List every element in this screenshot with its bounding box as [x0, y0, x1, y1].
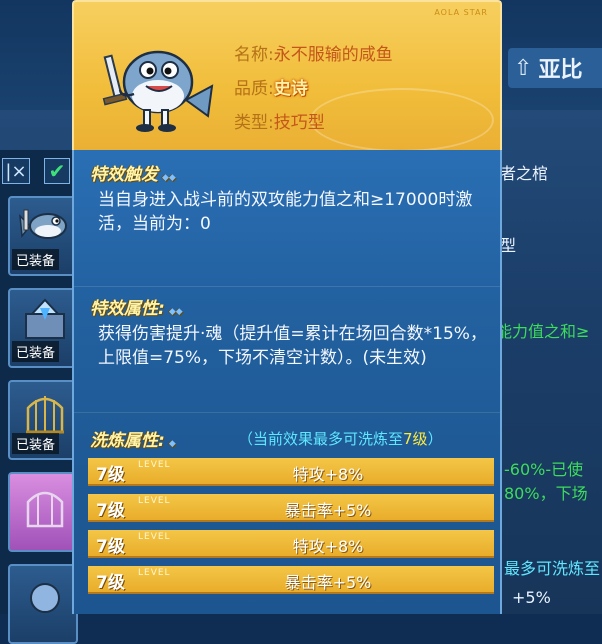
trigger-section-title: 特效触发 ◆◆: [90, 160, 176, 185]
item-name-row: 名称:永不服输的咸鱼: [234, 40, 393, 65]
wash-attribute: 特攻+8%: [292, 465, 364, 484]
bg-wash-value-fragment: +5%: [512, 588, 551, 607]
wash-attribute: 特攻+8%: [292, 537, 364, 556]
title-dots-icon: ◆: [168, 439, 176, 449]
item-name-label: 名称:: [234, 45, 274, 65]
equipped-badge: 已装备: [12, 433, 60, 454]
inventory-slot-purple-cage[interactable]: [8, 472, 78, 552]
wash-note-prefix: （当前效果最多可洗炼至: [238, 430, 404, 448]
crystal-box-icon: [25, 298, 65, 339]
effect-description: 获得伤害提升·魂（提升值=累计在场回合数*15%，上限值=75%，下场不清空计数…: [98, 324, 487, 368]
header-decoration: [310, 88, 494, 152]
bg-effect-fragment-2: 80%，下场: [504, 484, 588, 503]
filter-check-button[interactable]: ✔: [44, 158, 70, 184]
equipped-badge: 已装备: [12, 249, 60, 270]
brand-watermark: AOLA STAR: [434, 8, 488, 17]
wash-row: 7级 LEVEL 暴击率+5%: [88, 566, 494, 594]
section-divider: [74, 286, 500, 287]
inventory-slot-crystal-box[interactable]: 已装备: [8, 288, 78, 368]
fish-equipment-icon: [19, 209, 67, 239]
wash-attribute: 暴击率+5%: [284, 501, 372, 520]
salted-fish-icon: [102, 50, 214, 132]
bird-cage-icon: [26, 396, 64, 434]
wash-section-title: 洗炼属性: ◆: [90, 426, 176, 451]
title-dots-icon: ◆◆: [168, 307, 183, 317]
wash-attribute: 暴击率+5%: [284, 573, 372, 592]
inventory-slot-fish[interactable]: 已装备: [8, 196, 78, 276]
winged-item-icon: [30, 583, 60, 613]
bg-condition-fragment: 能力值之和≥: [496, 322, 590, 341]
home-icon: ⇧: [514, 55, 533, 81]
wash-level: 7级: [96, 537, 125, 557]
filter-close-button[interactable]: |×: [2, 158, 30, 184]
nav-yabi-button[interactable]: ⇧ 亚比: [508, 48, 602, 88]
wash-level: 7级: [96, 465, 125, 485]
item-quality-value: 史诗: [273, 79, 308, 99]
trigger-title-text: 特效触发: [90, 165, 158, 185]
equipped-badge: 已装备: [12, 341, 60, 362]
effect-section-title: 特效属性: ◆◆: [90, 294, 183, 319]
bg-wash-note-fragment: 最多可洗炼至: [504, 559, 601, 578]
bg-effect-fragment-1: -60%-已使: [504, 460, 584, 479]
wash-level-word: LEVEL: [138, 496, 171, 506]
wash-row: 7级 LEVEL 暴击率+5%: [88, 494, 494, 522]
item-quality-row: 品质:史诗: [234, 74, 308, 99]
wash-limit-note: （当前效果最多可洗炼至7级）: [238, 428, 443, 449]
item-tooltip: AOLA STAR 名称:永不服输的咸鱼 品质:史诗 类型:技巧型 特效触发 ◆…: [72, 0, 502, 614]
wash-level: 7级: [96, 501, 125, 521]
purple-cage-icon: [26, 491, 64, 528]
bg-item-name-fragment: 者之棺: [500, 164, 549, 183]
item-quality-label: 品质:: [234, 79, 274, 99]
item-type-row: 类型:技巧型: [234, 108, 325, 133]
trigger-description: 当自身进入战斗前的双攻能力值之和≥17000时激活，当前为：0: [98, 190, 473, 234]
section-divider: [74, 412, 500, 413]
bg-type-fragment: 型: [500, 236, 517, 255]
wash-level-word: LEVEL: [138, 460, 171, 470]
wash-row: 7级 LEVEL 特攻+8%: [88, 458, 494, 486]
item-type-label: 类型:: [234, 113, 274, 133]
wash-row: 7级 LEVEL 特攻+8%: [88, 530, 494, 558]
item-type-value: 技巧型: [273, 113, 325, 133]
wash-level-word: LEVEL: [138, 532, 171, 542]
inventory-slot-bird-cage[interactable]: 已装备: [8, 380, 78, 460]
tooltip-header: AOLA STAR 名称:永不服输的咸鱼 品质:史诗 类型:技巧型: [72, 0, 502, 152]
inventory-slot-partial[interactable]: [8, 564, 78, 644]
wash-level: 7级: [96, 573, 125, 593]
wash-title-text: 洗炼属性:: [90, 431, 165, 451]
wash-note-level: 7级: [403, 430, 428, 448]
wash-note-suffix: ）: [427, 430, 443, 448]
wash-level-word: LEVEL: [138, 568, 171, 578]
item-name-value: 永不服输的咸鱼: [273, 45, 393, 65]
effect-title-text: 特效属性:: [90, 299, 165, 319]
nav-yabi-label: 亚比: [538, 58, 583, 83]
title-dots-icon: ◆◆: [162, 173, 176, 183]
